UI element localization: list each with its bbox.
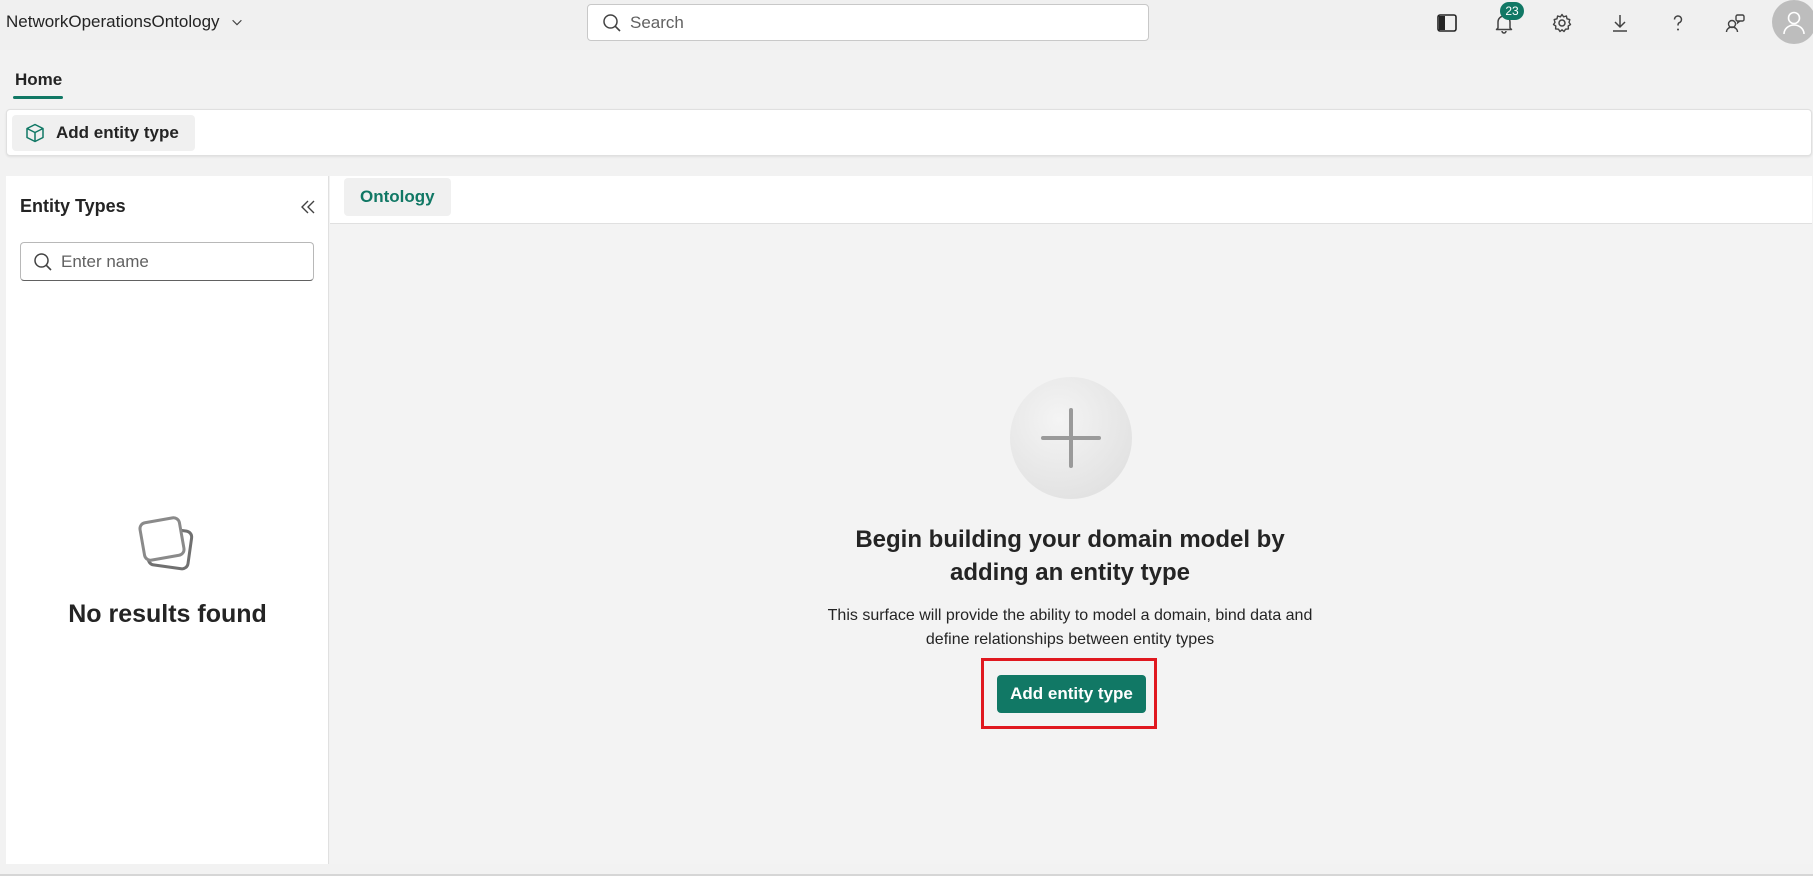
download-button[interactable] [1606,9,1634,37]
no-results-text: No results found [68,600,267,628]
add-entity-type-button[interactable]: Add entity type [997,675,1146,713]
plus-icon [1041,408,1101,468]
share-feedback-icon [1725,14,1745,33]
tab-home[interactable]: Home [15,70,62,90]
notification-count-badge: 23 [1500,2,1524,20]
cube-icon [26,123,44,143]
chevron-double-left-icon [301,200,315,214]
ribbon-toolbar: Add entity type [6,109,1812,156]
search-icon [603,13,621,32]
panel-toggle-button[interactable] [1433,9,1461,37]
settings-button[interactable] [1548,9,1576,37]
panel-toggle-icon [1437,14,1457,32]
top-bar: NetworkOperationsOntology 23 [0,0,1813,50]
add-placeholder-circle [1010,377,1132,499]
search-icon [34,252,52,271]
avatar[interactable] [1772,0,1813,44]
entity-search-input[interactable] [61,251,301,272]
app-title-dropdown[interactable]: NetworkOperationsOntology [6,12,244,32]
help-icon [1673,15,1683,31]
ribbon-add-entity-type-label: Add entity type [56,123,179,142]
help-button[interactable] [1664,9,1692,37]
empty-state-description: This surface will provide the ability to… [827,607,1313,648]
gear-icon [1552,13,1572,33]
main-tab-bar: Ontology [330,176,1812,224]
empty-state-heading: Begin building your domain model by addi… [855,526,1285,586]
ribbon-add-entity-type-button[interactable]: Add entity type [12,115,195,151]
tab-ontology[interactable]: Ontology [344,178,451,216]
global-search[interactable] [587,4,1149,41]
download-icon [1613,15,1627,32]
entity-types-title: Entity Types [20,196,126,216]
entity-search-field[interactable] [20,242,314,281]
share-feedback-button[interactable] [1721,9,1749,37]
tab-home-underline [13,96,63,99]
avatar-icon [1783,11,1805,35]
global-search-input[interactable] [630,12,1110,33]
entity-types-panel: Entity Types No results found [6,176,329,864]
chevron-down-icon [231,19,242,26]
collapse-panel-button[interactable] [294,193,322,221]
app-title-text: NetworkOperationsOntology [6,12,220,31]
empty-stack-icon [138,516,194,571]
